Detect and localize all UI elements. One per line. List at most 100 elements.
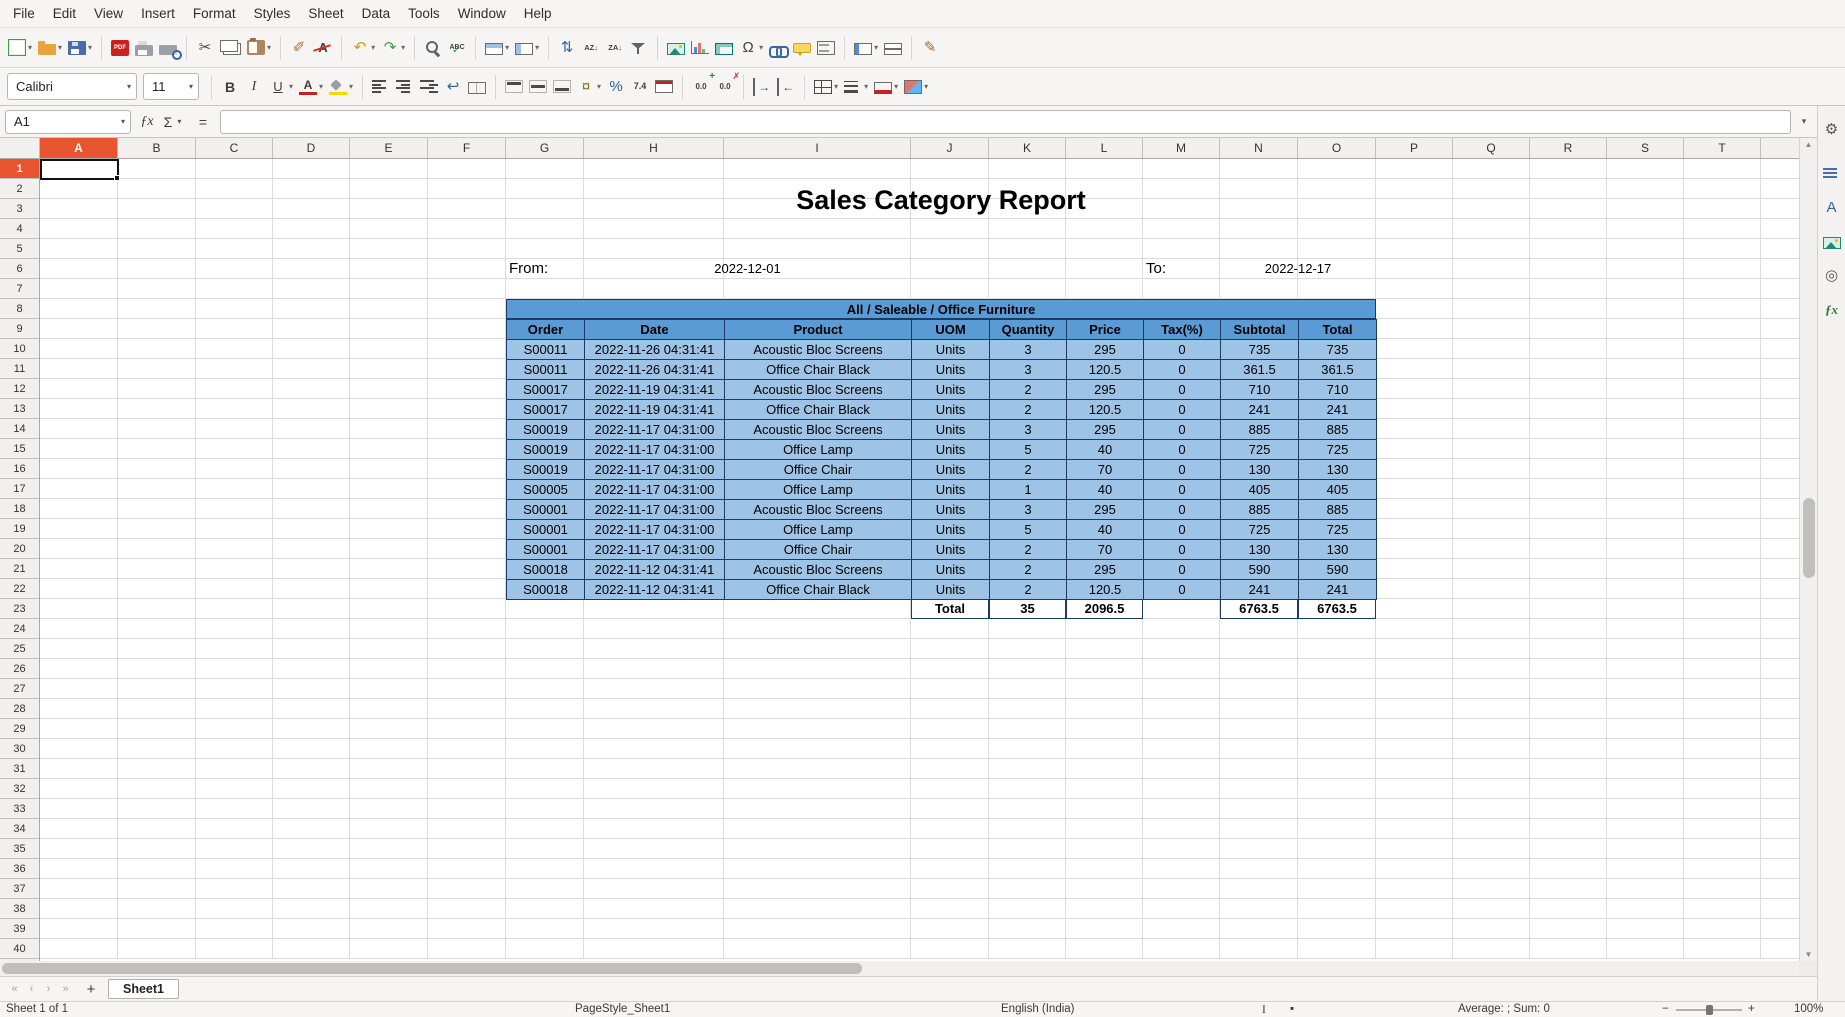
report-cell[interactable]: Units bbox=[912, 480, 990, 500]
report-cell[interactable]: 405 bbox=[1221, 480, 1299, 500]
report-cell[interactable]: Units bbox=[912, 500, 990, 520]
name-box-dropdown-icon[interactable]: ▾ bbox=[116, 117, 130, 126]
column-header-B[interactable]: B bbox=[118, 138, 196, 158]
report-cell[interactable]: 2022-11-26 04:31:41 bbox=[585, 340, 725, 360]
report-cell[interactable]: 295 bbox=[1067, 380, 1144, 400]
report-cell[interactable]: 735 bbox=[1221, 340, 1299, 360]
row-header-17[interactable]: 17 bbox=[0, 479, 39, 499]
report-cell[interactable]: 0 bbox=[1144, 500, 1221, 520]
report-cell[interactable]: Office Chair bbox=[725, 460, 912, 480]
column-header-L[interactable]: L bbox=[1066, 138, 1143, 158]
border-style-button[interactable]: ▾ bbox=[841, 72, 871, 102]
report-cell[interactable]: 361.5 bbox=[1299, 360, 1377, 380]
menu-data[interactable]: Data bbox=[353, 2, 400, 25]
print-preview-button[interactable] bbox=[156, 33, 180, 63]
report-cell[interactable]: Units bbox=[912, 360, 990, 380]
bold-button[interactable]: B bbox=[218, 72, 242, 102]
category-banner[interactable]: All / Saleable / Office Furniture bbox=[506, 299, 1376, 319]
column-header-O[interactable]: O bbox=[1298, 138, 1376, 158]
row-header-29[interactable]: 29 bbox=[0, 719, 39, 739]
report-cell[interactable]: S00011 bbox=[507, 360, 585, 380]
column-header-D[interactable]: D bbox=[273, 138, 350, 158]
menu-file[interactable]: File bbox=[4, 2, 44, 25]
row-header-10[interactable]: 10 bbox=[0, 339, 39, 359]
font-size-dropdown-icon[interactable]: ▾ bbox=[184, 82, 198, 91]
report-cell[interactable]: 120.5 bbox=[1067, 360, 1144, 380]
sidebar-settings-button[interactable]: ⚙ bbox=[1819, 114, 1845, 144]
report-cell[interactable]: Office Lamp bbox=[725, 440, 912, 460]
report-cell[interactable]: 3 bbox=[990, 340, 1067, 360]
align-left-button[interactable] bbox=[369, 72, 393, 102]
column-header-J[interactable]: J bbox=[911, 138, 989, 158]
report-cell[interactable]: Office Lamp bbox=[725, 520, 912, 540]
menu-edit[interactable]: Edit bbox=[44, 2, 85, 25]
row-header-16[interactable]: 16 bbox=[0, 459, 39, 479]
expand-formula-bar-icon[interactable]: ▾ bbox=[1796, 116, 1812, 127]
report-cell[interactable]: S00001 bbox=[507, 500, 585, 520]
report-cell[interactable]: Units bbox=[912, 560, 990, 580]
menu-window[interactable]: Window bbox=[449, 2, 515, 25]
new-document-button[interactable]: ▾ bbox=[5, 33, 35, 63]
report-cell[interactable]: 0 bbox=[1144, 360, 1221, 380]
report-cell[interactable]: 0 bbox=[1144, 460, 1221, 480]
formula-input[interactable] bbox=[220, 110, 1791, 134]
align-bottom-button[interactable] bbox=[550, 72, 574, 102]
report-cell[interactable]: 0 bbox=[1144, 380, 1221, 400]
column-header-M[interactable]: M bbox=[1143, 138, 1220, 158]
report-cell[interactable]: 885 bbox=[1299, 420, 1377, 440]
row-header-2[interactable]: 2 bbox=[0, 179, 39, 199]
font-color-button[interactable]: A▾ bbox=[296, 72, 326, 102]
redo-dropdown-icon[interactable]: ▾ bbox=[401, 43, 405, 52]
last-sheet-button[interactable]: » bbox=[57, 983, 74, 995]
insert-special-character-button[interactable]: Ω▾ bbox=[736, 33, 766, 63]
report-cell[interactable]: 885 bbox=[1221, 500, 1299, 520]
row-header-26[interactable]: 26 bbox=[0, 659, 39, 679]
report-cell[interactable]: 0 bbox=[1144, 520, 1221, 540]
report-cell[interactable]: S00018 bbox=[507, 560, 585, 580]
report-cell[interactable]: 40 bbox=[1067, 480, 1144, 500]
insert-comment-button[interactable] bbox=[790, 33, 814, 63]
report-cell[interactable]: 130 bbox=[1221, 540, 1299, 560]
report-cell[interactable]: Units bbox=[912, 420, 990, 440]
functions-deck-button[interactable]: ƒx bbox=[1819, 294, 1845, 324]
menu-insert[interactable]: Insert bbox=[132, 2, 184, 25]
report-header-tax[interactable]: Tax(%) bbox=[1144, 320, 1221, 340]
freeze-rows-and-columns-dropdown-icon[interactable]: ▾ bbox=[874, 43, 878, 52]
row-header-12[interactable]: 12 bbox=[0, 379, 39, 399]
row-header-33[interactable]: 33 bbox=[0, 799, 39, 819]
total-subtotal[interactable]: 6763.5 bbox=[1220, 599, 1298, 619]
total-price[interactable]: 2096.5 bbox=[1066, 599, 1143, 619]
report-cell[interactable]: Units bbox=[912, 340, 990, 360]
report-cell[interactable]: S00005 bbox=[507, 480, 585, 500]
font-name-dropdown-icon[interactable]: ▾ bbox=[122, 82, 136, 91]
report-cell[interactable]: 0 bbox=[1144, 540, 1221, 560]
font-color-dropdown-icon[interactable]: ▾ bbox=[319, 82, 323, 91]
underline-button[interactable]: U▾ bbox=[266, 72, 296, 102]
report-cell[interactable]: 710 bbox=[1299, 380, 1377, 400]
total-quantity[interactable]: 35 bbox=[989, 599, 1066, 619]
report-cell[interactable]: Acoustic Bloc Screens bbox=[725, 560, 912, 580]
report-cell[interactable]: Units bbox=[912, 460, 990, 480]
row-dropdown-icon[interactable]: ▾ bbox=[505, 43, 509, 52]
report-cell[interactable]: 2022-11-12 04:31:41 bbox=[585, 560, 725, 580]
row-header-24[interactable]: 24 bbox=[0, 619, 39, 639]
save-dropdown-icon[interactable]: ▾ bbox=[88, 43, 92, 52]
from-label[interactable]: From: bbox=[509, 259, 548, 279]
sort-descending-button[interactable]: ZA↓ bbox=[603, 33, 627, 63]
total-label[interactable]: Total bbox=[911, 599, 989, 619]
row-header-28[interactable]: 28 bbox=[0, 699, 39, 719]
add-decimal-place-button[interactable]: 0.0 bbox=[689, 72, 713, 102]
vertical-scroll-thumb[interactable] bbox=[1803, 498, 1815, 578]
report-cell[interactable]: 2022-11-17 04:31:00 bbox=[585, 500, 725, 520]
report-cell[interactable]: 5 bbox=[990, 520, 1067, 540]
report-cell[interactable]: 0 bbox=[1144, 580, 1221, 600]
report-cell[interactable]: Acoustic Bloc Screens bbox=[725, 380, 912, 400]
insert-hyperlink-button[interactable] bbox=[766, 33, 790, 63]
row-header-36[interactable]: 36 bbox=[0, 859, 39, 879]
report-header-price[interactable]: Price bbox=[1067, 320, 1144, 340]
align-center-button[interactable] bbox=[393, 72, 417, 102]
report-cell[interactable]: Office Chair Black bbox=[725, 580, 912, 600]
border-style-dropdown-icon[interactable]: ▾ bbox=[864, 82, 868, 91]
save-button[interactable]: ▾ bbox=[65, 33, 95, 63]
copy-button[interactable] bbox=[217, 33, 244, 63]
